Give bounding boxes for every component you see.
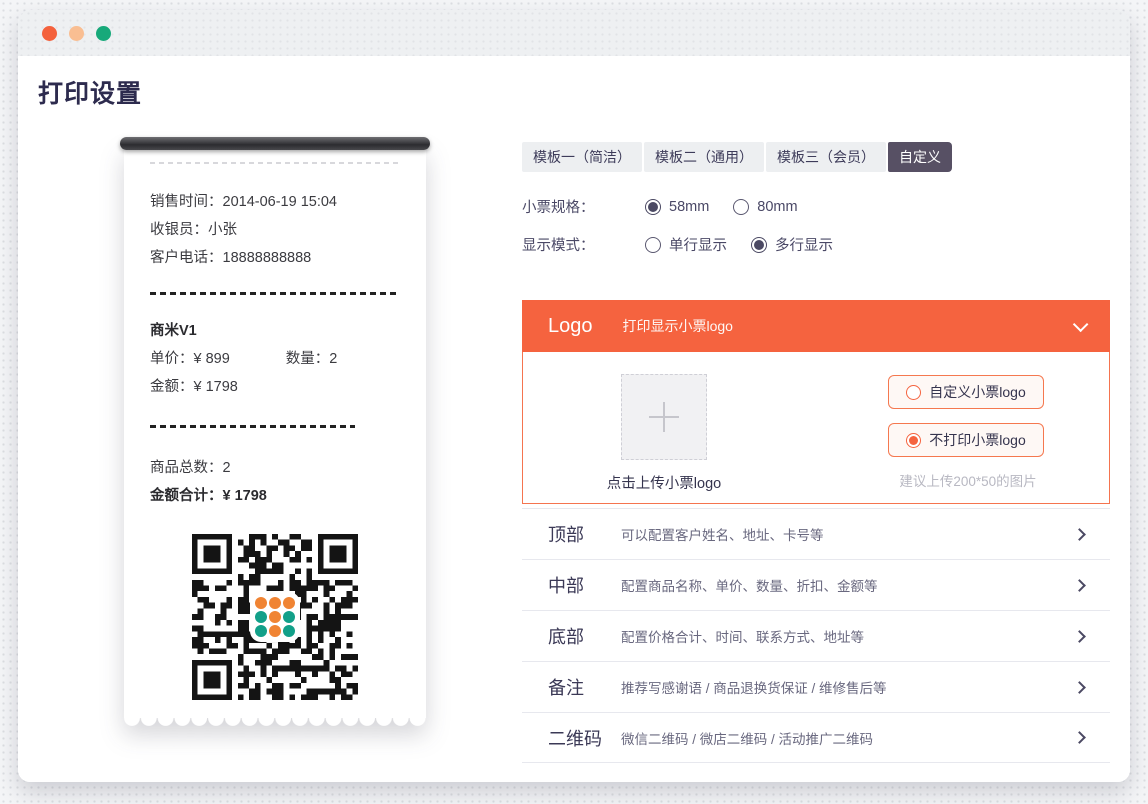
no-logo-option-label: 不打印小票logo xyxy=(929,430,1025,450)
custom-logo-option-label: 自定义小票logo xyxy=(929,382,1025,402)
radio-58mm-label: 58mm xyxy=(669,199,709,215)
receipt-phone: 客户电话：18888888888 xyxy=(150,244,400,272)
chevron-right-icon xyxy=(1073,630,1086,643)
upload-hint: 建议上传200*50的图片 xyxy=(878,470,1058,490)
receipt-quantity: 数量：2 xyxy=(286,345,338,373)
no-logo-option[interactable]: 不打印小票logo xyxy=(888,423,1044,457)
display-mode-row: 显示模式： 单行显示 多行显示 xyxy=(522,234,857,255)
row-bottom-desc: 配置价格合计、时间、联系方式、地址等 xyxy=(621,626,864,646)
chevron-right-icon xyxy=(1073,681,1086,694)
receipt-unit-price: 单价：¥ 899 xyxy=(150,345,230,373)
plus-icon xyxy=(649,402,679,432)
qr-code-zone xyxy=(192,534,358,700)
paper-size-label: 小票规格： xyxy=(522,196,645,217)
row-remark-desc: 推荐写感谢语 / 商品退换货保证 / 维修售后等 xyxy=(621,677,887,697)
radio-single-line[interactable]: 单行显示 xyxy=(645,234,727,255)
receipt-torn-edge xyxy=(124,718,426,730)
logo-section-title: Logo xyxy=(548,315,593,338)
logo-dot xyxy=(255,597,267,609)
receipt-total-count: 商品总数：2 xyxy=(150,454,400,482)
logo-dot xyxy=(283,625,295,637)
logo-dot xyxy=(269,625,281,637)
row-top-title: 顶部 xyxy=(548,521,621,547)
logo-dot xyxy=(283,611,295,623)
logo-dot xyxy=(269,597,281,609)
row-top[interactable]: 顶部 可以配置客户姓名、地址、卡号等 xyxy=(522,508,1110,559)
sunmi-logo xyxy=(252,594,298,640)
radio-icon xyxy=(733,199,749,215)
row-middle-desc: 配置商品名称、单价、数量、折扣、金额等 xyxy=(621,575,878,595)
row-middle[interactable]: 中部 配置商品名称、单价、数量、折扣、金额等 xyxy=(522,559,1110,610)
paper-size-row: 小票规格： 58mm 80mm xyxy=(522,196,822,217)
radio-icon xyxy=(906,433,921,448)
row-bottom[interactable]: 底部 配置价格合计、时间、联系方式、地址等 xyxy=(522,610,1110,661)
logo-dot xyxy=(283,597,295,609)
tab-custom[interactable]: 自定义 xyxy=(888,142,952,172)
receipt-total-amount: 金额合计：¥ 1798 xyxy=(150,482,400,510)
tab-template-1[interactable]: 模板一（简洁） xyxy=(522,142,642,172)
receipt-amount: 金额：¥ 1798 xyxy=(150,373,400,401)
logo-section-header[interactable]: Logo 打印显示小票logo xyxy=(522,300,1110,352)
radio-icon xyxy=(751,237,767,253)
receipt-separator xyxy=(150,292,400,295)
logo-dot xyxy=(269,611,281,623)
row-remark[interactable]: 备注 推荐写感谢语 / 商品退换货保证 / 维修售后等 xyxy=(522,661,1110,712)
radio-80mm[interactable]: 80mm xyxy=(733,199,797,215)
receipt-preview: 销售时间：2014-06-19 15:04 收银员：小张 客户电话：188888… xyxy=(120,137,430,730)
row-qrcode[interactable]: 二维码 微信二维码 / 微店二维码 / 活动推广二维码 xyxy=(522,712,1110,763)
row-remark-title: 备注 xyxy=(548,674,621,700)
logo-dot xyxy=(255,625,267,637)
radio-multi-line[interactable]: 多行显示 xyxy=(751,234,833,255)
logo-section-body: 点击上传小票logo 自定义小票logo 不打印小票logo 建议上传200*5… xyxy=(522,352,1110,504)
row-bottom-title: 底部 xyxy=(548,623,621,649)
row-middle-title: 中部 xyxy=(548,572,621,598)
receipt-cashier: 收银员：小张 xyxy=(150,216,400,244)
template-tabs: 模板一（简洁） 模板二（通用） 模板三（会员） 自定义 xyxy=(522,142,952,172)
logo-dot xyxy=(255,611,267,623)
radio-icon xyxy=(906,385,921,400)
radio-58mm[interactable]: 58mm xyxy=(645,199,709,215)
receipt-product-name: 商米V1 xyxy=(150,317,400,345)
window-content: 打印设置 销售时间：2014-06-19 15:04 收银员：小张 客户电话：1… xyxy=(18,56,1130,782)
row-top-desc: 可以配置客户姓名、地址、卡号等 xyxy=(621,524,824,544)
custom-logo-option[interactable]: 自定义小票logo xyxy=(888,375,1044,409)
logo-upload-box[interactable] xyxy=(621,374,707,460)
radio-single-line-label: 单行显示 xyxy=(669,234,727,255)
upload-caption: 点击上传小票logo xyxy=(564,472,764,493)
radio-80mm-label: 80mm xyxy=(757,199,797,215)
row-qrcode-desc: 微信二维码 / 微店二维码 / 活动推广二维码 xyxy=(621,728,873,748)
row-qrcode-title: 二维码 xyxy=(548,725,621,751)
minimize-window-icon[interactable] xyxy=(69,26,84,41)
window-titlebar xyxy=(18,10,1130,56)
display-mode-label: 显示模式： xyxy=(522,234,645,255)
tab-template-3[interactable]: 模板三（会员） xyxy=(766,142,886,172)
radio-icon xyxy=(645,237,661,253)
logo-section-subtitle: 打印显示小票logo xyxy=(623,316,733,336)
receipt-separator xyxy=(150,425,355,428)
chevron-right-icon xyxy=(1073,731,1086,744)
chevron-right-icon xyxy=(1073,528,1086,541)
close-window-icon[interactable] xyxy=(42,26,57,41)
receipt-paper: 销售时间：2014-06-19 15:04 收银员：小张 客户电话：188888… xyxy=(124,146,426,718)
chevron-right-icon xyxy=(1073,579,1086,592)
maximize-window-icon[interactable] xyxy=(96,26,111,41)
radio-multi-line-label: 多行显示 xyxy=(775,234,833,255)
config-rows: 顶部 可以配置客户姓名、地址、卡号等 中部 配置商品名称、单价、数量、折扣、金额… xyxy=(522,508,1110,763)
tear-line xyxy=(150,162,400,164)
page-title: 打印设置 xyxy=(38,74,142,110)
tab-template-2[interactable]: 模板二（通用） xyxy=(644,142,764,172)
receipt-sale-time: 销售时间：2014-06-19 15:04 xyxy=(150,188,400,216)
chevron-down-icon[interactable] xyxy=(1073,316,1089,332)
radio-icon xyxy=(645,199,661,215)
print-settings-window: 打印设置 销售时间：2014-06-19 15:04 收银员：小张 客户电话：1… xyxy=(18,10,1130,782)
logo-section: Logo 打印显示小票logo 点击上传小票logo 自定义小票logo 不打印… xyxy=(522,300,1110,504)
printer-slot-bar xyxy=(120,137,430,150)
